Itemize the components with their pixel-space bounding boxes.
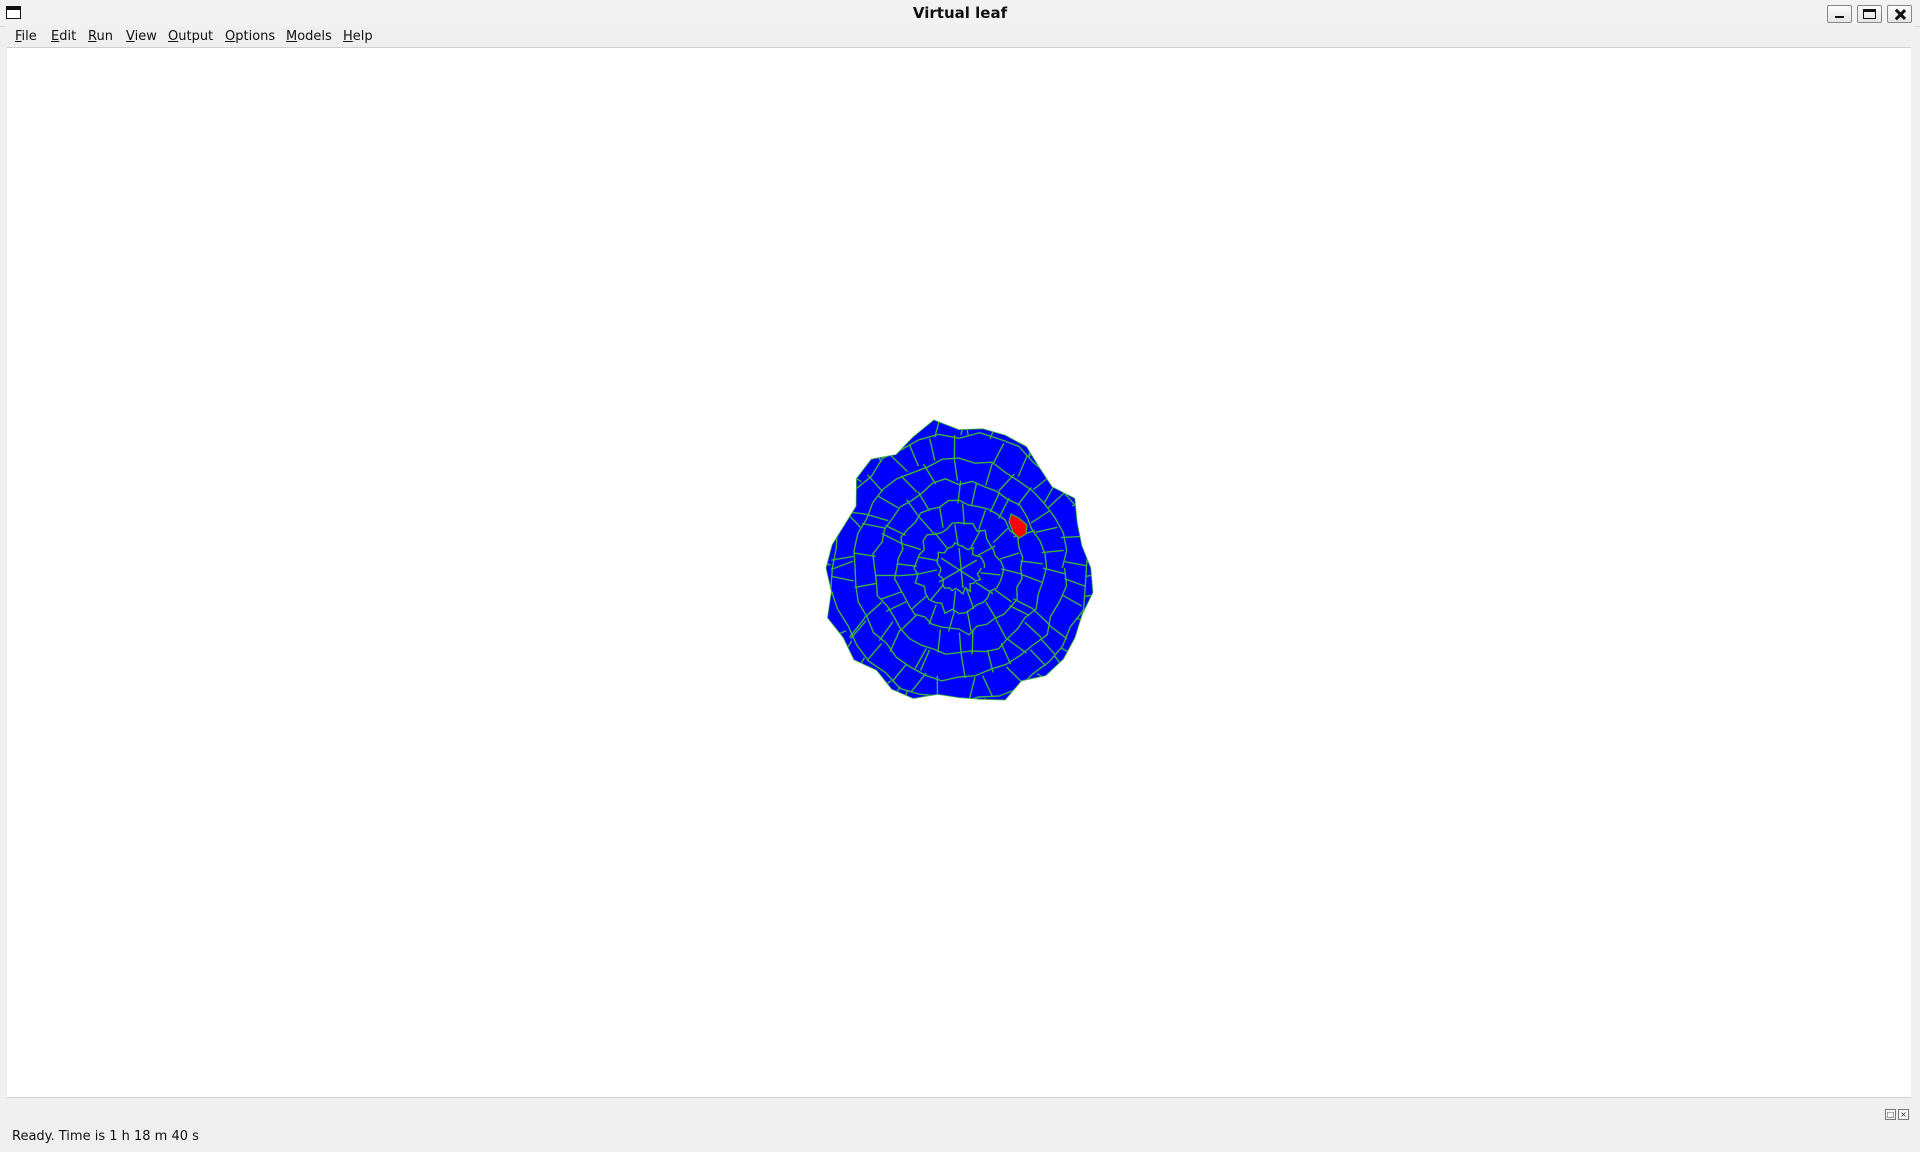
cell-wall-segment (834, 479, 850, 501)
menu-models-rest: odels (297, 29, 332, 44)
cell-wall-segment (1036, 673, 1059, 687)
cell-wall-segment (1018, 685, 1038, 700)
menu-view[interactable]: View (126, 29, 157, 44)
dock-close-icon[interactable]: × (1898, 1109, 1909, 1120)
minimize-button[interactable] (1827, 5, 1852, 23)
menu-options-rest: ptions (235, 29, 276, 44)
cell-wall-segment (871, 680, 892, 696)
cell-wall-segment (893, 427, 896, 453)
status-message: Ready. Time is 1 h 18 m 40 s (12, 1129, 199, 1144)
menu-run[interactable]: Run (88, 29, 113, 44)
menu-help[interactable]: Help (343, 29, 373, 44)
menu-models-mnemonic: M (286, 29, 298, 44)
simulation-canvas[interactable] (7, 47, 1911, 1098)
menu-output[interactable]: Output (168, 29, 213, 44)
menu-view-mnemonic: V (126, 29, 135, 44)
maximize-button[interactable] (1857, 5, 1882, 23)
cell-wall-segment (1043, 445, 1054, 470)
menu-view-rest: iew (134, 29, 157, 44)
menu-output-rest: utput (178, 29, 214, 44)
menu-options-mnemonic: O (225, 29, 236, 44)
cell-wall-segment (826, 513, 839, 525)
menu-help-rest: elp (352, 29, 373, 44)
window-title: Virtual leaf (912, 4, 1008, 22)
cell-wall-segment (971, 630, 974, 655)
cell-wall-segment (1028, 432, 1034, 457)
menu-options[interactable]: Options (225, 29, 275, 44)
menu-bar: File Edit Run View Output Options Models… (6, 26, 1914, 47)
leaf-tissue[interactable] (809, 410, 1112, 725)
leaf-tissue-drawing (809, 410, 1112, 725)
menu-models[interactable]: Models (286, 29, 332, 44)
cell-wall-segment (965, 701, 976, 723)
menu-file-rest: ile (21, 29, 37, 44)
close-button[interactable] (1887, 5, 1912, 23)
cell-wall-segment (826, 536, 835, 540)
cell-wall-segment (1080, 517, 1093, 527)
dock-float-icon[interactable]: □ (1885, 1109, 1896, 1120)
menu-file[interactable]: File (15, 29, 37, 44)
menu-edit[interactable]: Edit (51, 29, 76, 44)
cell-wall-segment (875, 437, 896, 454)
menu-output-mnemonic: O (168, 29, 179, 44)
menu-run-rest: un (96, 29, 113, 44)
menu-edit-rest: dit (59, 29, 77, 44)
cell-wall-segment (1085, 547, 1093, 551)
app-window: Virtual leaf File Edit Run View Output O… (0, 0, 1920, 1152)
cell-wall-segment (928, 699, 941, 700)
cell-wall-segment (983, 698, 994, 700)
cell-wall-segment (1083, 538, 1093, 541)
menu-help-mnemonic: H (343, 29, 353, 44)
menu-edit-mnemonic: E (51, 29, 60, 44)
title-bar[interactable]: Virtual leaf (0, 0, 1920, 27)
status-bar: □ × Ready. Time is 1 h 18 m 40 s (0, 1103, 1920, 1149)
